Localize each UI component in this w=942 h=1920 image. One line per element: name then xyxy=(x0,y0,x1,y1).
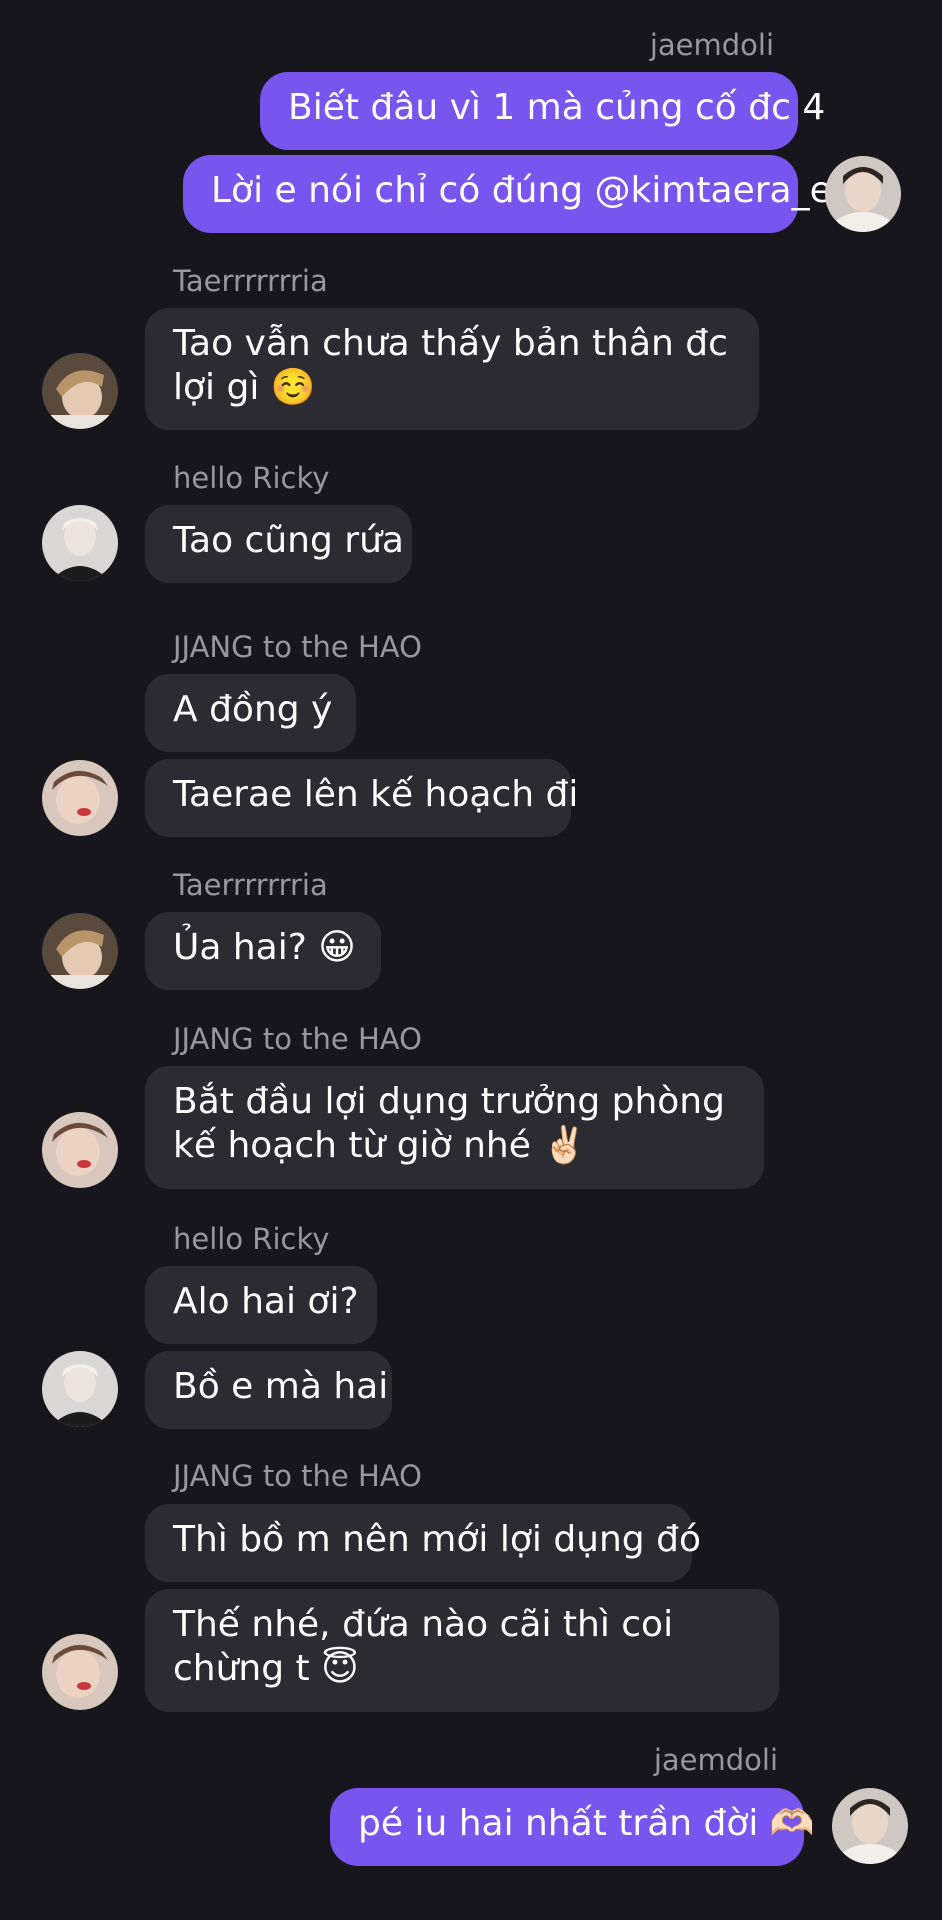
sender-name-taerrrrrrria: Taerrrrrrria xyxy=(173,264,328,298)
avatar-hello-ricky[interactable] xyxy=(42,1351,118,1427)
avatar-taerrrrrrria[interactable] xyxy=(42,913,118,989)
avatar-hello-ricky-icon xyxy=(42,505,118,581)
sender-name-hello-ricky: hello Ricky xyxy=(173,1222,330,1256)
avatar-jjang-to-the-hao-icon xyxy=(42,1634,118,1710)
message-bubble-incoming[interactable]: Thế nhé, đứa nào cãi thì coi chừng t 😇 xyxy=(145,1589,779,1712)
message-bubble-incoming[interactable]: A đồng ý xyxy=(145,674,356,752)
avatar-jaemdoli[interactable] xyxy=(825,156,901,232)
sender-name-jjang-to-the-hao: JJANG to the HAO xyxy=(173,630,422,664)
avatar-taerrrrrrria[interactable] xyxy=(42,353,118,429)
message-bubble-incoming[interactable]: Tao vẫn chưa thấy bản thân đc lợi gì ☺️ xyxy=(145,308,759,430)
sender-name-jaemdoli: jaemdoli xyxy=(649,28,774,62)
sender-name-taerrrrrrria: Taerrrrrrria xyxy=(173,868,328,902)
message-bubble-outgoing[interactable]: Lời e nói chỉ có đúng @kimtaera_e xyxy=(183,155,832,233)
sender-name-jjang-to-the-hao: JJANG to the HAO xyxy=(173,1022,422,1056)
avatar-hello-ricky-icon xyxy=(42,1351,118,1427)
message-bubble-outgoing[interactable]: pé iu hai nhất trần đời 🫶🏻 xyxy=(330,1788,815,1866)
message-bubble-incoming[interactable]: Ủa hai? 😀 xyxy=(145,912,381,990)
message-bubble-incoming[interactable]: Bắt đầu lợi dụng trưởng phòng kế hoạch t… xyxy=(145,1066,764,1189)
message-bubble-incoming[interactable]: Bồ e mà hai xyxy=(145,1351,392,1429)
message-bubble-outgoing[interactable]: Biết đâu vì 1 mà củng cố đc 4 xyxy=(260,72,825,150)
avatar-taerrrrrrria-icon xyxy=(42,913,118,989)
avatar-taerrrrrrria-icon xyxy=(42,353,118,429)
sender-name-jaemdoli: jaemdoli xyxy=(653,1743,778,1777)
avatar-jaemdoli-icon xyxy=(825,156,901,232)
sender-name-hello-ricky: hello Ricky xyxy=(173,461,330,495)
message-bubble-incoming[interactable]: Alo hai ơi? xyxy=(145,1266,377,1344)
avatar-jjang-to-the-hao[interactable] xyxy=(42,1112,118,1188)
avatar-jjang-to-the-hao[interactable] xyxy=(42,760,118,836)
avatar-hello-ricky[interactable] xyxy=(42,505,118,581)
message-bubble-incoming[interactable]: Thì bồ m nên mới lợi dụng đó xyxy=(145,1504,701,1582)
avatar-jaemdoli-icon xyxy=(832,1788,908,1864)
message-bubble-incoming[interactable]: Taerae lên kế hoạch đi xyxy=(145,759,578,837)
avatar-jjang-to-the-hao-icon xyxy=(42,1112,118,1188)
avatar-jjang-to-the-hao-icon xyxy=(42,760,118,836)
avatar-jjang-to-the-hao[interactable] xyxy=(42,1634,118,1710)
sender-name-jjang-to-the-hao: JJANG to the HAO xyxy=(173,1459,422,1493)
message-bubble-incoming[interactable]: Tao cũng rứa xyxy=(145,505,412,583)
avatar-jaemdoli[interactable] xyxy=(832,1788,908,1864)
